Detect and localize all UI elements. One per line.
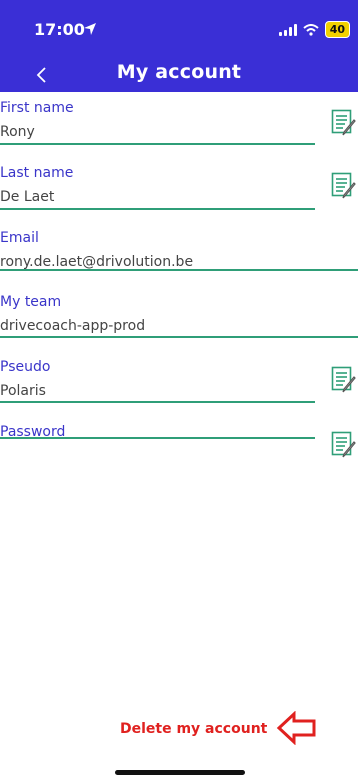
battery-icon: 40 — [324, 21, 350, 38]
email-field: Email rony.de.laet@drivolution.be — [0, 230, 358, 276]
edit-note-icon[interactable] — [331, 109, 357, 137]
field-underline — [0, 143, 315, 145]
delete-account-button[interactable]: Delete my account — [120, 721, 267, 737]
status-time: 17:00 — [34, 20, 85, 39]
last-name-label: Last name — [0, 165, 74, 181]
last-name-value[interactable]: De Laet — [0, 189, 54, 205]
field-underline — [0, 437, 315, 439]
password-field[interactable]: Password — [0, 424, 358, 470]
first-name-label: First name — [0, 100, 74, 116]
my-team-field: My team drivecoach-app-prod — [0, 294, 358, 340]
edit-note-icon[interactable] — [331, 172, 357, 200]
edit-note-icon[interactable] — [331, 431, 357, 459]
pseudo-field[interactable]: Pseudo Polaris — [0, 359, 358, 405]
edit-note-icon[interactable] — [331, 366, 357, 394]
location-arrow-icon — [84, 23, 96, 35]
field-underline — [0, 401, 315, 403]
cellular-signal-icon — [278, 23, 297, 36]
first-name-value[interactable]: Rony — [0, 124, 35, 140]
email-label: Email — [0, 230, 39, 246]
page-title: My account — [116, 61, 242, 83]
pseudo-label: Pseudo — [0, 359, 51, 375]
home-indicator — [115, 770, 245, 775]
nav-bar: My account — [0, 58, 358, 92]
wifi-icon — [303, 23, 319, 36]
left-arrow-icon — [276, 711, 316, 745]
pseudo-value[interactable]: Polaris — [0, 383, 46, 399]
my-team-label: My team — [0, 294, 62, 310]
last-name-field[interactable]: Last name De Laet — [0, 165, 358, 211]
status-bar: 17:00 40 — [0, 0, 358, 58]
field-underline — [0, 208, 315, 210]
delete-account-row: Delete my account — [0, 711, 358, 745]
first-name-field[interactable]: First name Rony — [0, 100, 358, 146]
email-value: rony.de.laet@drivolution.be — [0, 254, 194, 270]
my-team-value: drivecoach-app-prod — [0, 318, 146, 334]
field-underline — [0, 336, 358, 338]
field-underline — [0, 269, 358, 271]
